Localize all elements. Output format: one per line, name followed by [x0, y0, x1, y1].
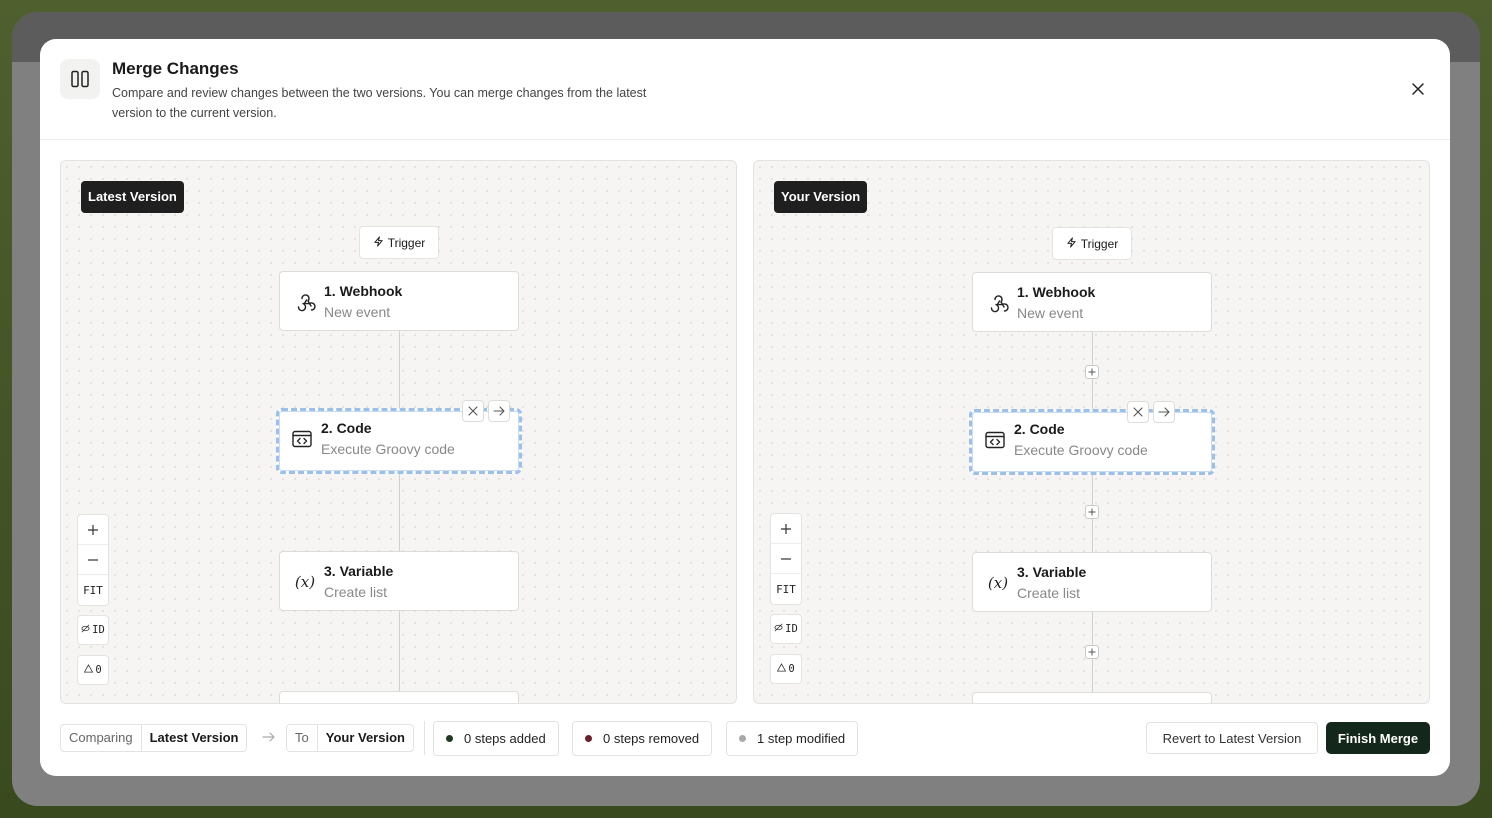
fit-button[interactable]: FIT — [771, 574, 801, 604]
node-subtitle: Execute Groovy code — [1014, 442, 1148, 458]
code-icon — [982, 427, 1008, 453]
status-dot — [446, 735, 453, 742]
reject-change-icon[interactable] — [1127, 401, 1149, 423]
variable-icon: (x) — [987, 574, 1009, 592]
status-dot — [585, 735, 592, 742]
id-label: ID — [92, 624, 105, 636]
zoom-controls: FIT — [77, 514, 109, 606]
arrow-right-icon — [262, 730, 276, 748]
merge-footer: Comparing Latest Version To Your Version… — [60, 721, 1430, 757]
eye-off-icon — [81, 624, 90, 636]
warnings-button[interactable]: 0 — [770, 654, 802, 684]
to-label: To — [287, 725, 318, 751]
stat-text: 0 steps added — [464, 731, 546, 746]
finish-merge-button[interactable]: Finish Merge — [1326, 722, 1430, 754]
reject-change-icon[interactable] — [462, 400, 484, 422]
comparing-label: Comparing — [61, 725, 142, 751]
fit-button[interactable]: FIT — [78, 575, 108, 605]
warnings-button[interactable]: 0 — [77, 655, 109, 685]
node-subtitle: New event — [324, 304, 391, 320]
add-step-icon[interactable] — [1085, 505, 1099, 519]
status-dot — [739, 735, 746, 742]
warnings-count: 0 — [788, 663, 795, 675]
eye-off-icon — [774, 623, 783, 635]
workflow-node-code[interactable]: 2. Code Execute Groovy code — [276, 400, 522, 474]
node-subtitle: Execute Groovy code — [321, 441, 455, 457]
zoom-in-icon[interactable] — [771, 514, 801, 544]
workflow-node-webhook[interactable]: 1. Webhook New event — [972, 272, 1212, 332]
node-subtitle: Create list — [1017, 585, 1081, 601]
modal-header: Merge Changes Compare and review changes… — [40, 39, 1450, 140]
workflow-node-code[interactable]: 2. Code Execute Groovy code — [969, 401, 1215, 475]
node-subtitle: Create list — [324, 584, 388, 600]
code-icon — [289, 426, 315, 452]
zoom-out-icon[interactable] — [78, 545, 108, 575]
connector-line — [399, 473, 400, 553]
steps-added-badge: 0 steps added — [433, 721, 559, 756]
modal-title: Merge Changes — [112, 59, 239, 78]
zoom-controls: FIT — [770, 513, 802, 605]
webhook-icon — [985, 290, 1011, 316]
panel-label: Latest Version — [81, 181, 184, 213]
node-title: 2. Code — [1014, 421, 1065, 437]
modal-subtitle: Compare and review changes between the t… — [112, 86, 647, 120]
stat-text: 0 steps removed — [603, 731, 700, 746]
webhook-icon — [292, 289, 318, 315]
panel-label: Your Version — [774, 181, 868, 213]
apply-change-arrow-icon[interactable] — [1153, 401, 1175, 423]
warning-icon — [84, 664, 94, 676]
lightning-icon — [1066, 236, 1077, 251]
add-step-icon[interactable] — [1085, 365, 1099, 379]
trigger-label: Trigger — [1080, 236, 1119, 251]
workflow-node-partial[interactable] — [972, 692, 1212, 703]
close-icon[interactable] — [1408, 79, 1428, 99]
workflow-node-partial[interactable] — [279, 691, 519, 703]
to-value: Your Version — [325, 730, 405, 745]
add-step-icon[interactable] — [1085, 645, 1099, 659]
node-title: 1. Webhook — [1017, 284, 1096, 300]
comparing-selector[interactable]: Comparing Latest Version — [60, 724, 248, 752]
workflow-node-variable[interactable]: (x) 3. Variable Create list — [279, 551, 519, 611]
compare-columns-icon — [60, 59, 100, 99]
variable-icon: (x) — [294, 573, 316, 591]
node-title: 2. Code — [321, 420, 372, 436]
trigger-label: Trigger — [387, 235, 426, 250]
zoom-out-icon[interactable] — [771, 544, 801, 574]
revert-to-latest-button[interactable]: Revert to Latest Version — [1146, 722, 1318, 754]
connector-line — [399, 331, 400, 411]
comparing-value: Latest Version — [149, 730, 239, 745]
apply-change-arrow-icon[interactable] — [488, 400, 510, 422]
warning-icon — [777, 663, 787, 675]
to-selector[interactable]: To Your Version — [286, 724, 414, 752]
node-title: 1. Webhook — [324, 283, 403, 299]
footer-divider — [424, 721, 425, 755]
node-title: 3. Variable — [324, 563, 394, 579]
your-version-canvas[interactable]: Your Version Trigger 1. Webhook New even… — [753, 160, 1430, 704]
lightning-icon — [373, 235, 384, 250]
merge-changes-modal: Merge Changes Compare and review changes… — [40, 39, 1450, 776]
toggle-id-button[interactable]: ID — [770, 614, 802, 644]
steps-modified-badge: 1 step modified — [726, 721, 859, 756]
steps-removed-badge: 0 steps removed — [572, 721, 713, 756]
node-title: 3. Variable — [1017, 564, 1087, 580]
id-label: ID — [785, 623, 798, 635]
stat-text: 1 step modified — [757, 731, 846, 746]
toggle-id-button[interactable]: ID — [77, 615, 109, 645]
workflow-node-variable[interactable]: (x) 3. Variable Create list — [972, 552, 1212, 612]
latest-version-canvas[interactable]: Latest Version Trigger 1. Webhook New ev… — [60, 160, 737, 704]
node-subtitle: New event — [1017, 305, 1084, 321]
zoom-in-icon[interactable] — [78, 515, 108, 545]
trigger-chip[interactable]: Trigger — [1052, 227, 1132, 260]
workflow-node-webhook[interactable]: 1. Webhook New event — [279, 271, 519, 331]
trigger-chip[interactable]: Trigger — [359, 226, 439, 259]
warnings-count: 0 — [95, 664, 102, 676]
